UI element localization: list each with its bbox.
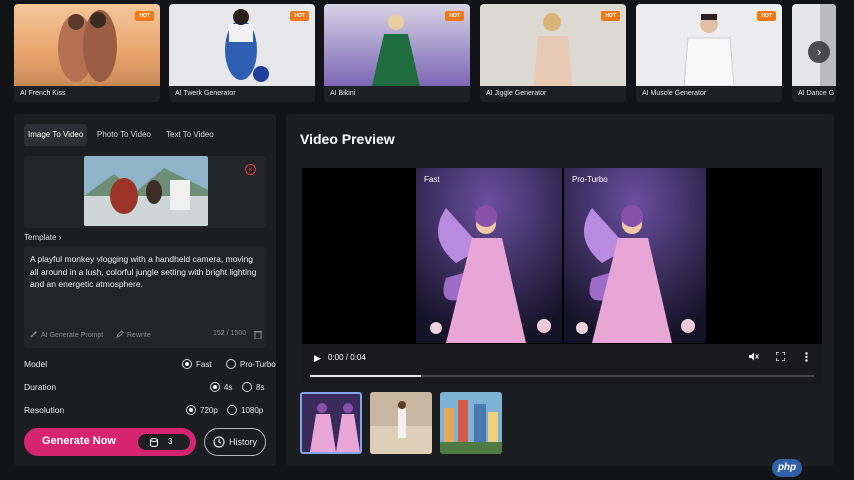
prompt-field[interactable]: A playful monkey vlogging with a handhel…	[24, 246, 266, 348]
radio-icon	[242, 382, 252, 392]
generate-now-button[interactable]: Generate Now 3	[24, 428, 196, 456]
result-thumbnail[interactable]	[370, 392, 432, 454]
duration-label: Duration	[24, 382, 57, 392]
tab-photo-to-video[interactable]: Photo To Video	[97, 124, 151, 146]
rewrite-button[interactable]: Rewrite	[116, 330, 151, 339]
prompt-toolbar: AI Generate Prompt Rewrite 152 / 1500	[30, 330, 262, 342]
model-option-fast[interactable]: Fast	[182, 358, 212, 372]
hot-badge: HOT	[135, 11, 154, 21]
carousel-next-button[interactable]: ›	[808, 41, 830, 63]
play-icon[interactable]: ▶	[314, 353, 321, 364]
resolution-option-1080p[interactable]: 1080p	[227, 404, 263, 418]
history-label: History	[229, 437, 258, 447]
more-options-icon[interactable]	[805, 352, 808, 364]
template-link[interactable]: Template ›	[24, 233, 61, 242]
credit-badge: 3	[138, 434, 190, 450]
template-card[interactable]: HOT AI Twerk Generator	[169, 4, 315, 102]
volume-icon[interactable]	[749, 352, 759, 363]
template-card[interactable]: HOT AI Bikini	[324, 4, 470, 102]
video-frame-fast: Fast	[416, 168, 562, 343]
result-thumbnail-selected[interactable]	[300, 392, 362, 454]
template-label: AI French Kiss	[14, 86, 160, 102]
radio-icon	[210, 382, 220, 392]
remove-image-button[interactable]: ×	[245, 164, 256, 175]
template-carousel: HOT AI French Kiss HOT AI Twerk Generato…	[0, 0, 854, 108]
tab-text-to-video[interactable]: Text To Video	[166, 124, 214, 146]
uploaded-image	[84, 156, 208, 226]
php-watermark-logo: php	[772, 459, 802, 477]
tab-image-to-video[interactable]: Image To Video	[24, 124, 88, 146]
frame-label-pro-turbo: Pro-Turbo	[572, 175, 608, 184]
model-option-pro-turbo[interactable]: Pro-Turbo	[226, 358, 276, 372]
fairy-frame-image	[416, 168, 562, 343]
hot-badge: HOT	[290, 11, 309, 21]
duration-option-8s[interactable]: 8s	[242, 381, 264, 395]
fairy-frame-image	[564, 168, 706, 343]
progress-fill	[310, 375, 421, 377]
generator-panel: Image To Video Photo To Video Text To Vi…	[14, 114, 276, 466]
template-label: AI Dance G	[792, 86, 836, 102]
template-label: AI Jiggle Generator	[480, 86, 626, 102]
frame-label-fast: Fast	[424, 175, 440, 184]
video-frame-pro-turbo: Pro-Turbo	[564, 168, 706, 343]
pencil-icon	[116, 330, 124, 338]
video-player[interactable]: Fast Pro-Turbo ▶ 0:00 / 0:04	[302, 168, 822, 384]
video-preview-panel: Video Preview Fast Pro-Turbo ▶ 0:00 / 0:…	[286, 114, 834, 466]
duration-option-4s[interactable]: 4s	[210, 381, 232, 395]
generate-label: Generate Now	[42, 435, 116, 447]
template-card[interactable]: HOT AI Jiggle Generator	[480, 4, 626, 102]
video-progress-bar[interactable]	[310, 375, 814, 377]
prompt-text[interactable]: A playful monkey vlogging with a handhel…	[30, 253, 262, 291]
trash-icon[interactable]	[254, 330, 262, 341]
template-label: AI Muscle Generator	[636, 86, 782, 102]
radio-icon	[182, 359, 192, 369]
resolution-label: Resolution	[24, 405, 65, 415]
fullscreen-icon[interactable]	[775, 351, 786, 363]
model-setting: Model Fast Pro-Turbo	[24, 358, 276, 372]
radio-icon	[186, 405, 196, 415]
history-button[interactable]: History	[204, 428, 266, 456]
clock-icon	[213, 436, 225, 448]
char-count: 152 / 1500	[213, 330, 247, 337]
result-thumbnail[interactable]	[440, 392, 502, 454]
hot-badge: HOT	[601, 11, 620, 21]
radio-icon	[226, 359, 236, 369]
resolution-setting: Resolution 720p 1080p	[24, 404, 268, 418]
hot-badge: HOT	[445, 11, 464, 21]
ai-generate-prompt-button[interactable]: AI Generate Prompt	[30, 330, 103, 339]
template-card[interactable]: HOT AI French Kiss	[14, 4, 160, 102]
hot-badge: HOT	[757, 11, 776, 21]
duration-setting: Duration 4s 8s	[24, 381, 268, 395]
image-upload-area[interactable]: ×	[24, 156, 266, 228]
model-label: Model	[24, 359, 48, 369]
template-label: AI Bikini	[324, 86, 470, 102]
template-label: AI Twerk Generator	[169, 86, 315, 102]
wand-icon	[30, 330, 38, 338]
credit-count: 3	[168, 437, 173, 446]
coin-stack-icon	[150, 438, 158, 447]
video-controls: ▶ 0:00 / 0:04	[302, 344, 822, 384]
radio-icon	[227, 405, 237, 415]
page-title: Video Preview	[300, 131, 395, 147]
template-card[interactable]: HOT AI Muscle Generator	[636, 4, 782, 102]
video-time: 0:00 / 0:04	[328, 353, 366, 362]
resolution-option-720p[interactable]: 720p	[186, 404, 218, 418]
